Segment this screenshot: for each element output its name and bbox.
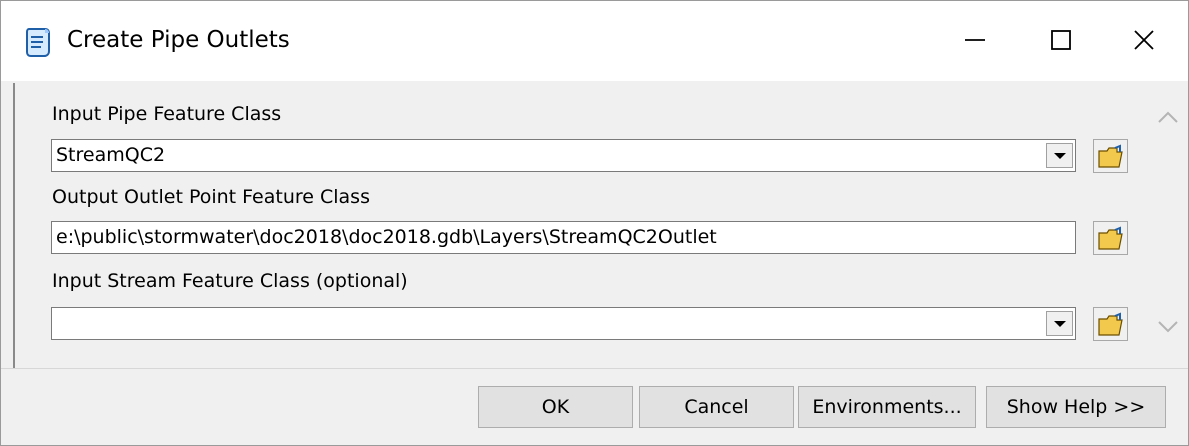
window-title: Create Pipe Outlets xyxy=(67,27,290,53)
output-outlet-value: e:\public\stormwater\doc2018\doc2018.gdb… xyxy=(56,226,717,248)
folder-open-icon xyxy=(1098,312,1123,336)
input-stream-browse-button[interactable] xyxy=(1093,307,1128,341)
input-pipe-browse-button[interactable] xyxy=(1093,139,1128,173)
output-outlet-browse-button[interactable] xyxy=(1093,221,1128,255)
title-bar[interactable]: Create Pipe Outlets xyxy=(1,1,1188,81)
input-stream-dropdown-button[interactable] xyxy=(1046,311,1073,336)
output-outlet-label: Output Outlet Point Feature Class xyxy=(52,186,370,208)
folder-open-icon xyxy=(1098,144,1123,168)
dropdown-arrow-icon xyxy=(1054,153,1066,159)
chevron-up-icon[interactable] xyxy=(1157,109,1179,125)
vertical-scrollbar[interactable] xyxy=(1147,83,1188,368)
input-stream-label: Input Stream Feature Class (optional) xyxy=(52,270,408,292)
dropdown-arrow-icon xyxy=(1054,321,1066,327)
ok-button[interactable]: OK xyxy=(478,386,633,428)
close-button[interactable] xyxy=(1102,1,1188,81)
minimize-button[interactable] xyxy=(933,1,1019,81)
scroll-tool-icon xyxy=(21,25,55,59)
output-outlet-textbox[interactable]: e:\public\stormwater\doc2018\doc2018.gdb… xyxy=(51,221,1076,254)
minimize-icon xyxy=(965,39,985,41)
input-stream-combobox[interactable] xyxy=(51,307,1076,340)
folder-open-icon xyxy=(1098,226,1123,250)
maximize-icon xyxy=(1051,30,1071,50)
input-pipe-combobox[interactable]: StreamQC2 xyxy=(51,139,1076,172)
maximize-button[interactable] xyxy=(1019,1,1105,81)
cancel-button[interactable]: Cancel xyxy=(639,386,794,428)
environments-button[interactable]: Environments... xyxy=(798,386,976,428)
input-pipe-value: StreamQC2 xyxy=(56,144,166,166)
input-pipe-dropdown-button[interactable] xyxy=(1046,143,1073,168)
close-icon xyxy=(1134,30,1154,50)
input-pipe-label: Input Pipe Feature Class xyxy=(52,103,282,125)
chevron-down-icon[interactable] xyxy=(1157,319,1179,335)
dialog-window: Create Pipe Outlets Input Pipe Feature C… xyxy=(0,0,1189,446)
footer-divider xyxy=(1,368,1188,369)
show-help-button[interactable]: Show Help >> xyxy=(986,386,1166,428)
